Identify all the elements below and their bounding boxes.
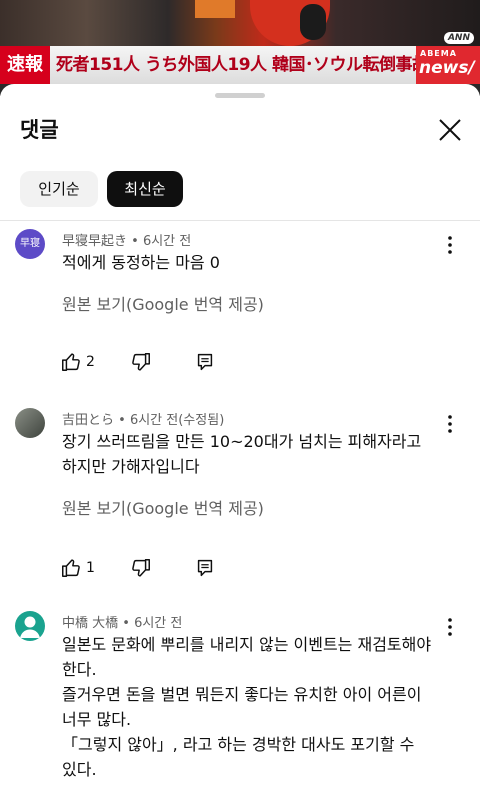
ticker-headline: 死者151人 うち外国人19人 韓国･ソウル転倒事故 (56, 55, 429, 75)
comment-author[interactable]: 早寝早起き (62, 234, 127, 249)
abema-news-logo: ABEMA news/ (416, 46, 480, 84)
close-button[interactable] (432, 112, 468, 148)
comment-text: 적에게 동정하는 마음 0 (62, 253, 220, 272)
translate-link[interactable]: 원본 보기(Google 번역 제공) (62, 291, 264, 315)
ann-watermark: ANN (443, 32, 474, 44)
avatar[interactable] (15, 611, 45, 641)
like-count: 1 (86, 560, 95, 576)
divider (0, 220, 480, 221)
comment-text: 장기 쓰러뜨림을 만든 10~20대가 넘치는 피해자라고 하지만 가해자입니다 (62, 432, 422, 476)
reply-comment-icon (197, 353, 213, 371)
thumb-up-icon (62, 353, 80, 371)
sort-chip-newest[interactable]: 최신순 (107, 171, 183, 207)
video-player[interactable]: ANN 速報 死者151人 うち外国人19人 韓国･ソウル転倒事故 ABEMA … (0, 0, 480, 96)
reply-button[interactable] (194, 350, 216, 374)
comment-author[interactable]: 中橋 大橋 (62, 616, 118, 631)
comment-meta: 中橋 大橋 • 6시간 전 (62, 616, 183, 631)
avatar[interactable]: 早寝 (15, 229, 45, 259)
comment-meta: 早寝早起き • 6시간 전 (62, 234, 192, 249)
like-button[interactable]: 1 (60, 556, 95, 580)
thumb-down-icon (132, 559, 150, 577)
dislike-button[interactable] (130, 556, 152, 580)
breaking-tag: 速報 (0, 46, 50, 84)
thumb-down-icon (132, 353, 150, 371)
reply-comment-icon (197, 559, 213, 577)
comments-sheet: 댓글 인기순 최신순 早寝 早寝早起き • 6시간 전 적에게 동정하는 마음 … (0, 84, 480, 796)
video-frame (0, 0, 480, 46)
comment-time: 6시간 전 (134, 616, 183, 631)
thumb-up-icon (62, 559, 80, 577)
comment-time: 6시간 전(수정됨) (129, 413, 225, 428)
comment-text: 일본도 문화에 뿌리를 내리지 않는 이벤트는 재검토해야 한다. 즐거우면 돈… (62, 635, 432, 779)
comment-meta: 吉田とら • 6시간 전(수정됨) (62, 413, 225, 428)
comment-author[interactable]: 吉田とら (62, 413, 114, 428)
dislike-button[interactable] (130, 350, 152, 374)
comment-time: 6시간 전 (142, 234, 192, 249)
news-ticker: 速報 死者151人 うち外国人19人 韓国･ソウル転倒事故 ABEMA news… (0, 46, 480, 84)
sort-chip-popular[interactable]: 인기순 (20, 171, 98, 207)
like-button[interactable]: 2 (60, 350, 95, 374)
avatar[interactable] (15, 408, 45, 438)
reply-button[interactable] (194, 556, 216, 580)
default-avatar-icon (20, 616, 40, 638)
translate-link[interactable]: 원본 보기(Google 번역 제공) (62, 495, 264, 519)
drag-handle[interactable] (215, 93, 265, 98)
like-count: 2 (86, 354, 95, 370)
close-icon (439, 119, 461, 141)
sheet-title: 댓글 (20, 118, 59, 142)
